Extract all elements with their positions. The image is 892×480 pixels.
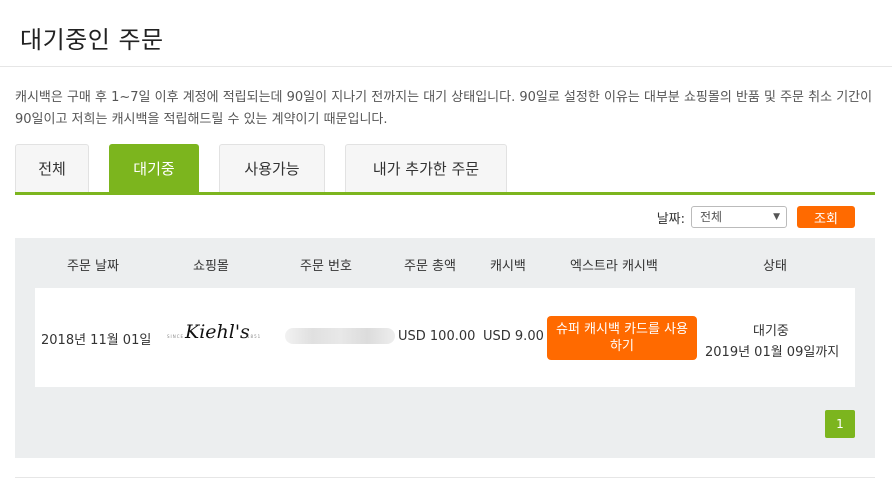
cashback-notice: 캐시백은 구매 후 1~7일 이후 계정에 적립되는데 90일이 지나기 전까지… [15,90,873,127]
bottom-divider [15,477,875,478]
title-divider [0,66,892,67]
store-logo-right: 1851 [247,334,262,339]
header-cashback: 캐시백 [490,259,526,274]
header-order-total: 주문 총액 [404,259,456,274]
table-header: 주문 날짜 쇼핑몰 주문 번호 주문 총액 캐시백 엑스트라 캐시백 상태 [15,238,875,288]
super-cashback-card-button[interactable]: 슈퍼 캐시백 카드를 사용하기 [547,316,697,360]
date-select-value: 전체 [700,210,723,224]
store-logo-left: SINCE [167,334,185,339]
header-extra-cashback: 엑스트라 캐시백 [570,259,658,274]
orders-panel: 주문 날짜 쇼핑몰 주문 번호 주문 총액 캐시백 엑스트라 캐시백 상태 20… [15,238,875,458]
order-number-redacted [285,328,395,344]
page-title: 대기중인 주문 [20,26,164,54]
status-badge: 대기중 [753,324,789,339]
table-row: 2018년 11월 01일 SINCE Kiehl's 1851 USD 100… [35,288,855,387]
store-logo[interactable]: SINCE Kiehl's 1851 [165,321,265,351]
tab-pending[interactable]: 대기중 [109,144,199,192]
header-store: 쇼핑몰 [193,259,229,274]
tab-my-added-orders[interactable]: 내가 추가한 주문 [345,144,507,192]
tab-all[interactable]: 전체 [15,144,89,192]
date-select[interactable]: 전체 ▼ [691,206,787,228]
order-total: USD 100.00 [398,329,476,344]
order-date: 2018년 11월 01일 [41,333,152,348]
header-order-date: 주문 날짜 [67,259,119,274]
date-filter: 날짜: 전체 ▼ 조회 [657,205,855,229]
header-status: 상태 [763,259,787,274]
cashback-amount: USD 9.00 [483,329,544,344]
pagination-page-1[interactable]: 1 [825,410,855,438]
chevron-down-icon: ▼ [773,212,780,222]
status-until: 2019년 01월 09일까지 [705,345,840,360]
search-button[interactable]: 조회 [797,206,855,228]
tabs-underline [15,192,875,195]
store-logo-word: Kiehl's [185,321,250,343]
date-filter-label: 날짜: [656,211,685,227]
header-order-number: 주문 번호 [300,259,352,274]
tab-available[interactable]: 사용가능 [219,144,325,192]
order-tabs: 전체 대기중 사용가능 내가 추가한 주문 [15,144,875,192]
